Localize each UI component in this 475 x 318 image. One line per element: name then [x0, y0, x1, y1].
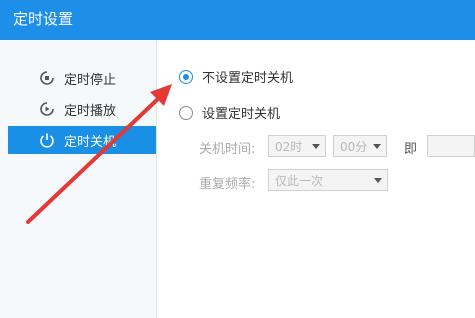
- no-shutdown-radio[interactable]: [179, 69, 193, 84]
- repeat-select[interactable]: 仅此一次: [268, 169, 388, 191]
- set-shutdown-radio[interactable]: [179, 105, 193, 120]
- window-title: 定时设置: [13, 10, 74, 28]
- power-icon: [38, 131, 56, 149]
- hour-select[interactable]: 02时: [268, 135, 326, 157]
- sidebar-item-label: 定时关机: [64, 134, 117, 150]
- sidebar-item-timer-stop[interactable]: 定时停止: [8, 66, 156, 90]
- minute-value: 00分: [340, 139, 368, 154]
- sidebar-item-label: 定时停止: [64, 72, 117, 88]
- title-bar: 定时设置: [0, 0, 475, 40]
- timer-play-icon: [38, 100, 56, 118]
- set-shutdown-option[interactable]: 设置定时关机: [179, 103, 280, 122]
- immediately-label: 即: [404, 142, 418, 157]
- hour-value: 02时: [275, 139, 303, 154]
- sidebar-item-timer-play[interactable]: 定时播放: [8, 97, 156, 121]
- timer-stop-icon: [38, 69, 56, 87]
- settings-panel: 不设置定时关机 设置定时关机 关机时间: 02时 00分 即 重复频率: 仅此一…: [157, 40, 475, 318]
- sidebar-item-label: 定时播放: [64, 103, 117, 119]
- sidebar-item-timer-shutdown[interactable]: 定时关机: [8, 126, 156, 154]
- no-shutdown-label: 不设置定时关机: [202, 71, 294, 86]
- repeat-value: 仅此一次: [275, 173, 324, 188]
- chevron-down-icon: [373, 144, 381, 149]
- no-shutdown-option[interactable]: 不设置定时关机: [179, 67, 293, 86]
- sidebar: 定时停止 定时播放 定时关机: [0, 40, 157, 318]
- set-shutdown-label: 设置定时关机: [202, 107, 281, 122]
- chevron-down-icon: [374, 178, 382, 183]
- time-input[interactable]: [427, 135, 475, 157]
- chevron-down-icon: [312, 144, 320, 149]
- repeat-label: 重复频率:: [199, 177, 256, 192]
- shutdown-time-label: 关机时间:: [199, 142, 256, 157]
- minute-select[interactable]: 00分: [333, 135, 387, 157]
